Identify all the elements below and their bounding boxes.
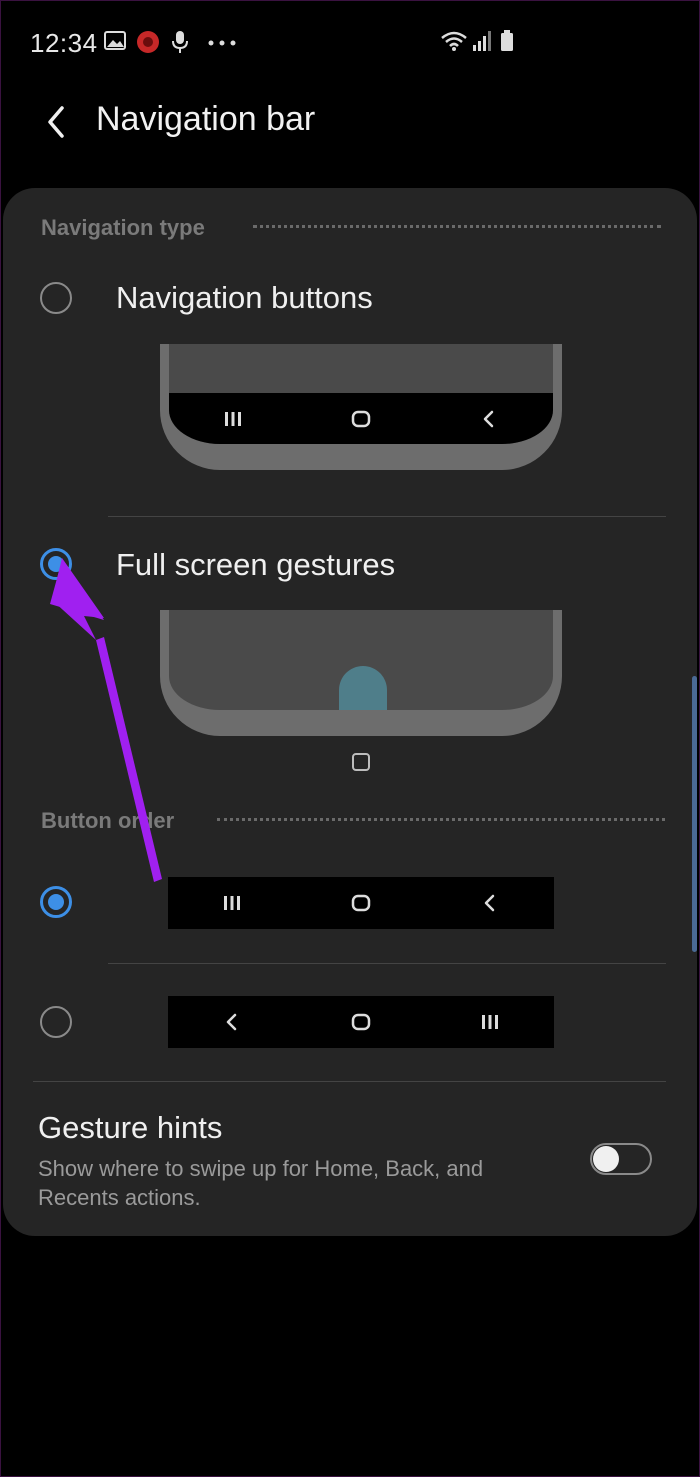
annotation-arrow-icon (50, 558, 162, 882)
